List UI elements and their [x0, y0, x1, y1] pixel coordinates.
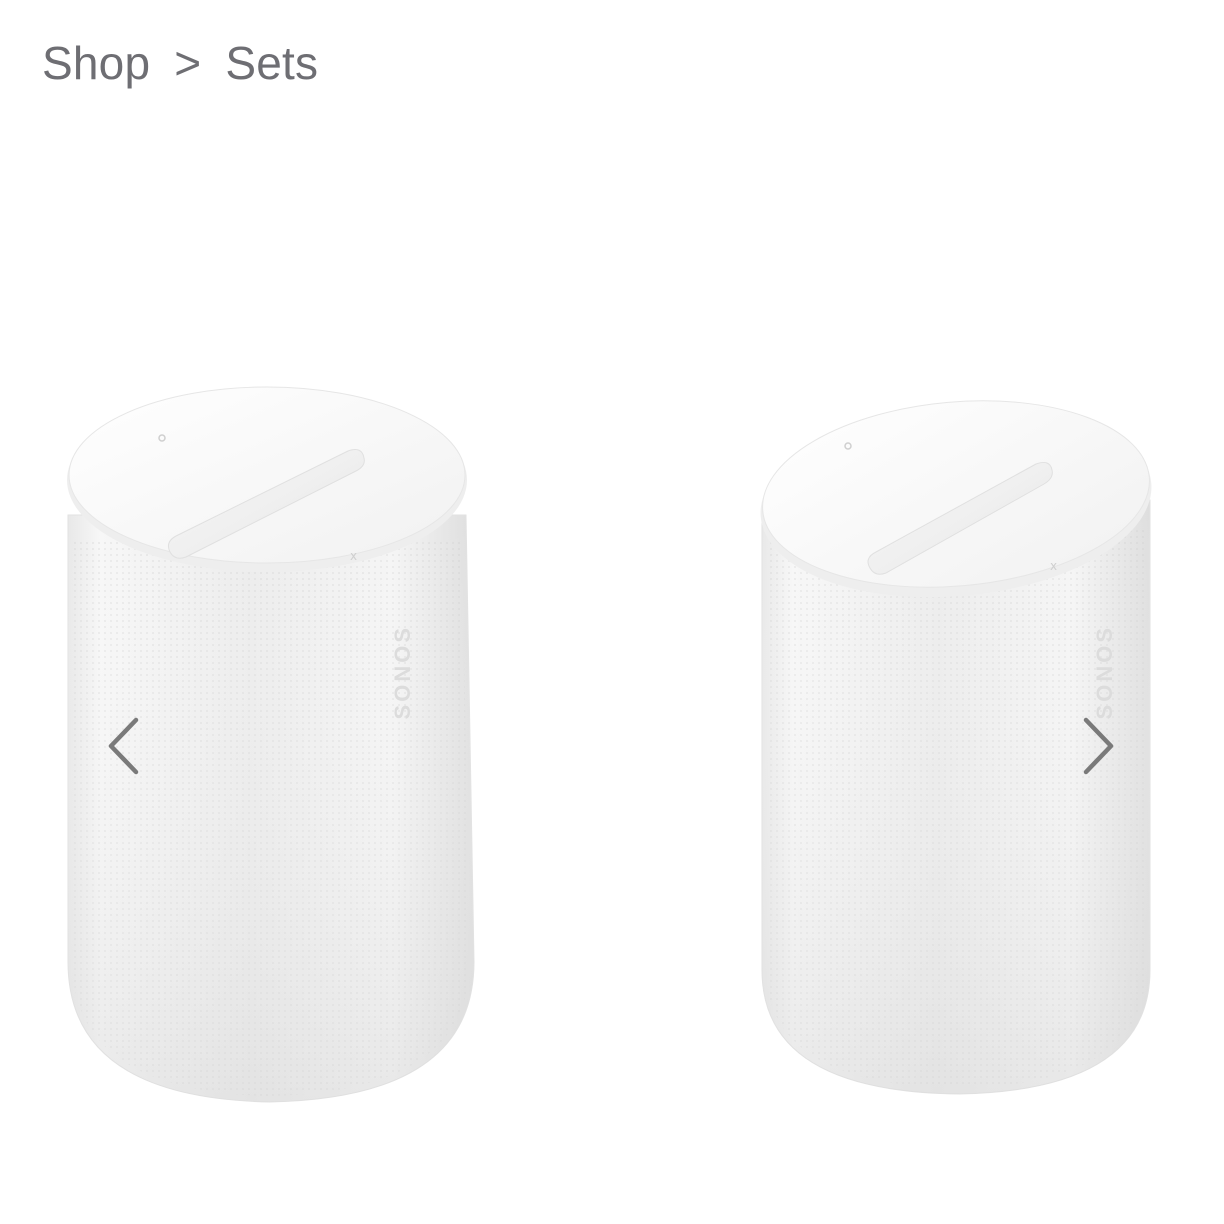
- next-image-button[interactable]: [1066, 706, 1126, 786]
- breadcrumb-separator: >: [174, 37, 202, 89]
- breadcrumb-shop-link[interactable]: Shop: [42, 36, 150, 90]
- svg-text:x: x: [1050, 559, 1057, 573]
- product-image-gallery: x SONOS x SONOS: [0, 120, 1224, 1224]
- previous-image-button[interactable]: [96, 706, 156, 786]
- product-image: x SONOS x SONOS: [67, 386, 1152, 1103]
- sonos-logo-left: SONOS: [390, 625, 415, 719]
- breadcrumb: Shop > Sets: [42, 36, 318, 90]
- svg-text:x: x: [350, 549, 357, 563]
- chevron-right-icon: [1083, 717, 1114, 775]
- product-page: Shop > Sets x SONOS x SONOS: [0, 0, 1224, 1224]
- breadcrumb-sets-link[interactable]: Sets: [225, 36, 318, 90]
- chevron-left-icon: [108, 717, 139, 775]
